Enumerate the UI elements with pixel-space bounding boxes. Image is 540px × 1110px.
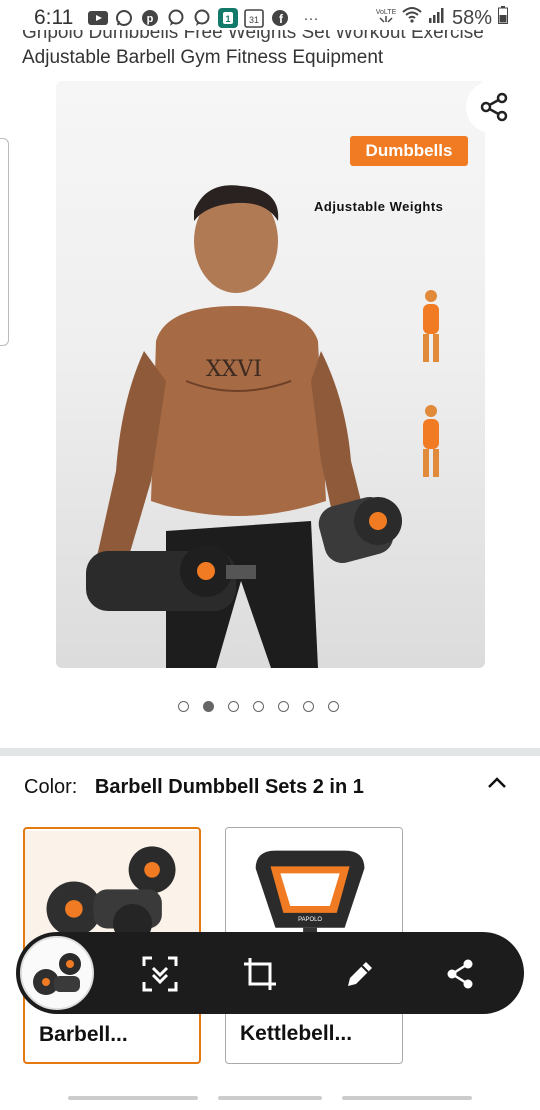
- muscle-diagram-2: [423, 405, 439, 477]
- carousel-dot-active[interactable]: [203, 701, 214, 712]
- chevron-up-icon[interactable]: [486, 772, 508, 794]
- product-image[interactable]: XXVI Dumbbells Adjustable Weights: [56, 81, 485, 668]
- more-dots-icon: ···: [303, 9, 319, 27]
- whatsapp-icon: [114, 8, 134, 28]
- muscle-diagram-1: [423, 290, 439, 362]
- youtube-icon: [88, 8, 108, 28]
- edit-button[interactable]: [340, 954, 380, 994]
- swatch-label: Kettlebell...: [240, 1022, 353, 1045]
- scroll-capture-button[interactable]: [140, 954, 180, 994]
- carousel-dot[interactable]: [303, 701, 314, 712]
- calendar-icon: 31: [244, 8, 264, 28]
- svg-text:1: 1: [225, 14, 230, 24]
- share-icon: [480, 92, 508, 122]
- edit-pen-icon: [348, 962, 372, 986]
- pinterest-icon: p: [140, 8, 160, 28]
- signal-icon: [428, 6, 446, 30]
- screenshot-toolbar: [16, 932, 524, 1014]
- screenshot-thumbnail[interactable]: [20, 936, 94, 1010]
- battery-text: 58%: [451, 6, 492, 29]
- product-title-line-2: Adjustable Barbell Gym Fitness Equipment: [22, 47, 384, 68]
- dumbbells-badge: Dumbbells: [350, 136, 468, 166]
- svg-text:PAPOLO: PAPOLO: [298, 917, 322, 923]
- notification-icons: p 1 31 f ···: [88, 8, 326, 28]
- bottom-indicator: [68, 1096, 198, 1100]
- carousel-dot[interactable]: [253, 701, 264, 712]
- app-badge-icon: 1: [218, 8, 238, 28]
- image-subtitle: Adjustable Weights: [314, 199, 444, 214]
- svg-text:31: 31: [249, 15, 259, 25]
- product-photo: XXVI: [86, 185, 439, 668]
- battery-icon: [498, 6, 508, 30]
- status-time: 6:11: [34, 6, 74, 29]
- share-button[interactable]: [466, 81, 522, 133]
- svg-text:VoLTE: VoLTE: [376, 9, 396, 16]
- side-drawer-handle[interactable]: [0, 138, 9, 346]
- volte-icon: VoLTE: [376, 6, 397, 30]
- scroll-capture-icon: [142, 956, 178, 992]
- color-selector-row: Color: Barbell Dumbbell Sets 2 in 1: [24, 776, 364, 799]
- section-divider: [0, 748, 540, 756]
- wifi-icon: [402, 6, 422, 30]
- swatch-label: Barbell...: [39, 1023, 128, 1046]
- share-screenshot-button[interactable]: [440, 954, 480, 994]
- color-value: Barbell Dumbbell Sets 2 in 1: [94, 776, 364, 798]
- facebook-icon: f: [270, 8, 290, 28]
- color-label: Color:: [24, 776, 78, 798]
- share-icon: [447, 959, 473, 989]
- carousel-dot[interactable]: [178, 701, 189, 712]
- crop-icon: [244, 958, 276, 990]
- chat-bubble-icon: [166, 8, 186, 28]
- system-icons: VoLTE 58%: [376, 6, 508, 30]
- carousel-dot[interactable]: [228, 701, 239, 712]
- svg-text:XXVI: XXVI: [206, 357, 262, 382]
- carousel-dots: [178, 701, 339, 712]
- bottom-indicator: [342, 1096, 472, 1100]
- svg-text:p: p: [147, 13, 154, 25]
- chat-bubble-icon: [192, 8, 212, 28]
- carousel-dot[interactable]: [328, 701, 339, 712]
- bottom-indicator: [218, 1096, 322, 1100]
- carousel-dot[interactable]: [278, 701, 289, 712]
- crop-button[interactable]: [240, 954, 280, 994]
